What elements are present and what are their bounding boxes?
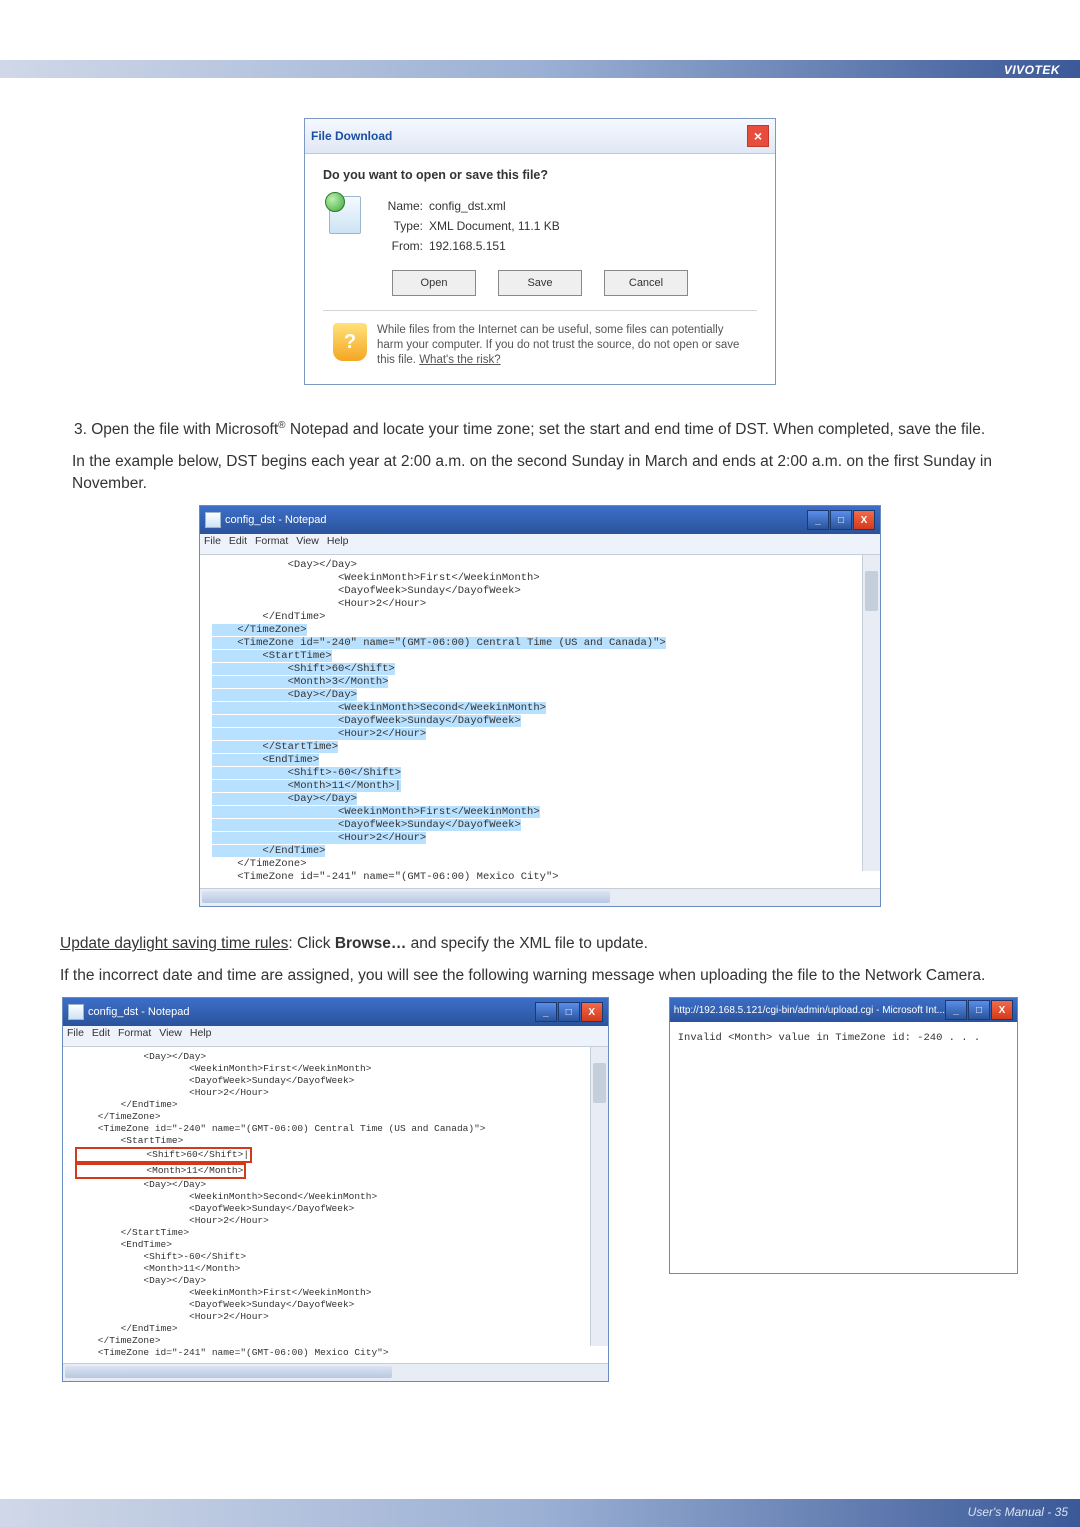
horizontal-scrollbar[interactable] [200,888,880,906]
notepad-content-2[interactable]: <Day></Day> <WeekinMonth>First</WeekinMo… [63,1047,608,1363]
dialog-title-text: File Download [311,129,392,143]
close-icon[interactable]: × [747,125,769,147]
notepad-menu[interactable]: FileEditFormatViewHelp [200,534,880,555]
notepad-menu-2[interactable]: FileEditFormatViewHelp [63,1026,608,1047]
horizontal-scrollbar[interactable] [63,1363,608,1381]
file-from: 192.168.5.151 [429,239,506,253]
notepad-titlebar-2: config_dst - Notepad _ □ X [63,998,608,1026]
ie-titlebar: http://192.168.5.121/cgi-bin/admin/uploa… [670,998,1017,1022]
maximize-icon[interactable]: □ [558,1002,580,1022]
open-button[interactable]: Open [392,270,476,296]
step-3-text: 3. Open the file with Microsoft® Notepad… [74,415,1006,441]
notepad-window-2: config_dst - Notepad _ □ X FileEditForma… [62,997,609,1382]
highlighted-block: </TimeZone> <TimeZone id="-240" name="(G… [212,624,666,857]
error-highlight-2: <Month>11</Month> [75,1163,246,1179]
minimize-icon[interactable]: _ [807,510,829,530]
error-highlight-1: <Shift>60</Shift>| [75,1147,252,1163]
file-details: Name:config_dst.xml Type:XML Document, 1… [377,196,560,256]
dialog-titlebar: File Download × [305,119,775,154]
file-download-dialog: File Download × Do you want to open or s… [304,118,776,385]
maximize-icon[interactable]: □ [968,1000,990,1020]
step-3-example: In the example below, DST begins each ye… [72,451,1006,495]
minimize-icon[interactable]: _ [945,1000,967,1020]
footer-text: User's Manual - 35 [968,1505,1068,1519]
notepad-icon [68,1004,84,1020]
close-icon[interactable]: X [581,1002,603,1022]
ie-error-window: http://192.168.5.121/cgi-bin/admin/uploa… [669,997,1018,1274]
page-footer: User's Manual - 35 [0,1499,1080,1527]
xml-file-icon [329,196,363,230]
vertical-scrollbar[interactable] [862,555,880,871]
maximize-icon[interactable]: □ [830,510,852,530]
notepad-icon [205,512,221,528]
vertical-scrollbar[interactable] [590,1047,608,1346]
whats-the-risk-link[interactable]: What's the risk? [419,354,500,366]
notepad-titlebar: config_dst - Notepad _ □ X [200,506,880,534]
save-button[interactable]: Save [498,270,582,296]
file-name: config_dst.xml [429,199,506,213]
close-icon[interactable]: X [853,510,875,530]
minimize-icon[interactable]: _ [535,1002,557,1022]
file-type: XML Document, 11.1 KB [429,219,560,233]
update-dst-text: Update daylight saving time rules: Click… [60,933,1006,955]
warning-upload-text: If the incorrect date and time are assig… [60,965,1006,987]
close-icon[interactable]: X [991,1000,1013,1020]
ie-error-body: Invalid <Month> value in TimeZone id: -2… [670,1022,1017,1273]
notepad-window: config_dst - Notepad _ □ X FileEditForma… [199,505,881,907]
dialog-warning: While files from the Internet can be use… [377,323,747,368]
cancel-button[interactable]: Cancel [604,270,688,296]
brand-logo: VIVOTEK [1004,63,1060,77]
dialog-prompt: Do you want to open or save this file? [323,168,757,182]
shield-icon: ? [333,323,367,361]
notepad-content[interactable]: <Day></Day> <WeekinMonth>First</WeekinMo… [200,555,880,888]
